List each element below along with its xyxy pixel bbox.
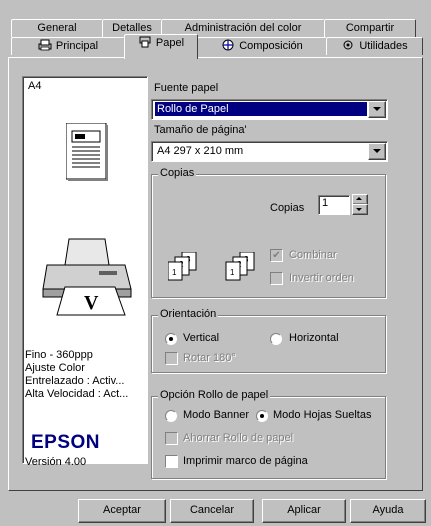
printer-icon: [38, 39, 52, 51]
roll-options-group-label: Opción Rollo de papel: [158, 389, 271, 401]
orientation-group-label: Orientación: [158, 308, 219, 320]
chevron-down-icon[interactable]: [368, 101, 386, 118]
version-label: Versión 4.00: [25, 456, 87, 468]
reverse-order-checkbox[interactable]: [270, 272, 283, 285]
print-frame-checkbox[interactable]: [165, 455, 178, 468]
sheets-mode-label: Modo Hojas Sueltas: [273, 409, 372, 421]
copies-label: Copias: [270, 202, 305, 214]
copies-input[interactable]: 1: [318, 195, 350, 215]
paper-source-label: Fuente papel: [154, 82, 219, 94]
copies-group-label: Copias: [158, 167, 197, 179]
collate-checkbox[interactable]: ✔: [270, 249, 283, 262]
chevron-down-icon[interactable]: [368, 143, 386, 160]
copies-value: 1: [322, 197, 329, 209]
tab-composicion-label: Composición: [239, 40, 303, 52]
save-roll-label: Ahorrar Rollo de papel: [183, 432, 294, 444]
svg-text:1: 1: [230, 268, 235, 277]
orientation-vertical-label: Vertical: [183, 332, 220, 344]
page-preview-icon: [65, 122, 108, 184]
sheets-mode-radio[interactable]: [256, 410, 268, 422]
tab-general[interactable]: General: [11, 19, 103, 37]
tab-composicion[interactable]: Composición: [197, 37, 327, 55]
banner-mode-radio[interactable]: [165, 410, 177, 422]
tab-principal[interactable]: Principal: [11, 37, 125, 55]
tab-principal-label: Principal: [55, 40, 99, 52]
info-interleave: Entrelazado : Activ...: [25, 375, 125, 387]
rotate-180-checkbox[interactable]: [165, 352, 178, 365]
save-roll-checkbox[interactable]: [165, 432, 178, 445]
rotate-180-label: Rotar 180°: [183, 352, 236, 364]
svg-text:1: 1: [172, 268, 177, 277]
paper-source-value: Rollo de Papel: [155, 102, 367, 116]
tab-papel-label: Papel: [155, 37, 185, 49]
printer-illustration: V: [39, 237, 135, 322]
tab-compartir[interactable]: Compartir: [324, 19, 416, 37]
orientation-group: Orientación: [151, 308, 386, 373]
info-quality: Fino - 360ppp: [25, 349, 93, 361]
paper-icon: [138, 36, 152, 48]
print-frame-label: Imprimir marco de página: [183, 455, 308, 467]
page-size-label: Tamaño de página': [154, 124, 247, 136]
cancel-button[interactable]: Cancelar: [170, 499, 254, 523]
page-size-value: A4 297 x 210 mm: [157, 145, 244, 157]
tab-utilidades-label: Utilidades: [359, 40, 408, 52]
apply-button[interactable]: Aplicar: [262, 499, 346, 523]
paper-source-select[interactable]: Rollo de Papel: [151, 99, 388, 120]
epson-logo: EPSON: [31, 432, 101, 453]
info-speed: Alta Velocidad : Act...: [25, 388, 129, 400]
collate-label: Combinar: [289, 249, 337, 261]
help-button[interactable]: Ayuda: [350, 499, 426, 523]
info-color: Ajuste Color: [25, 362, 85, 374]
orientation-vertical-radio[interactable]: [165, 333, 177, 345]
layout-icon: [221, 39, 235, 51]
page-size-select[interactable]: A4 297 x 210 mm: [151, 141, 388, 162]
tools-icon: [341, 39, 355, 51]
banner-mode-label: Modo Banner: [183, 409, 250, 421]
ok-button[interactable]: Aceptar: [78, 499, 166, 523]
reverse-order-label: Invertir orden: [289, 272, 354, 284]
collate-illustration-icon: 3 2 1 3 2 1: [167, 251, 258, 285]
tab-papel[interactable]: Papel: [124, 34, 198, 59]
orientation-horizontal-label: Horizontal: [289, 332, 339, 344]
preview-pane: A4 V Fino - 360ppp Ajuste Color Entrelaz…: [22, 76, 148, 464]
tab-utilidades[interactable]: Utilidades: [326, 37, 423, 55]
orientation-horizontal-radio[interactable]: [270, 333, 282, 345]
preview-paper-label: A4: [28, 80, 42, 92]
svg-text:V: V: [84, 292, 99, 314]
copies-down-button[interactable]: [352, 204, 368, 215]
